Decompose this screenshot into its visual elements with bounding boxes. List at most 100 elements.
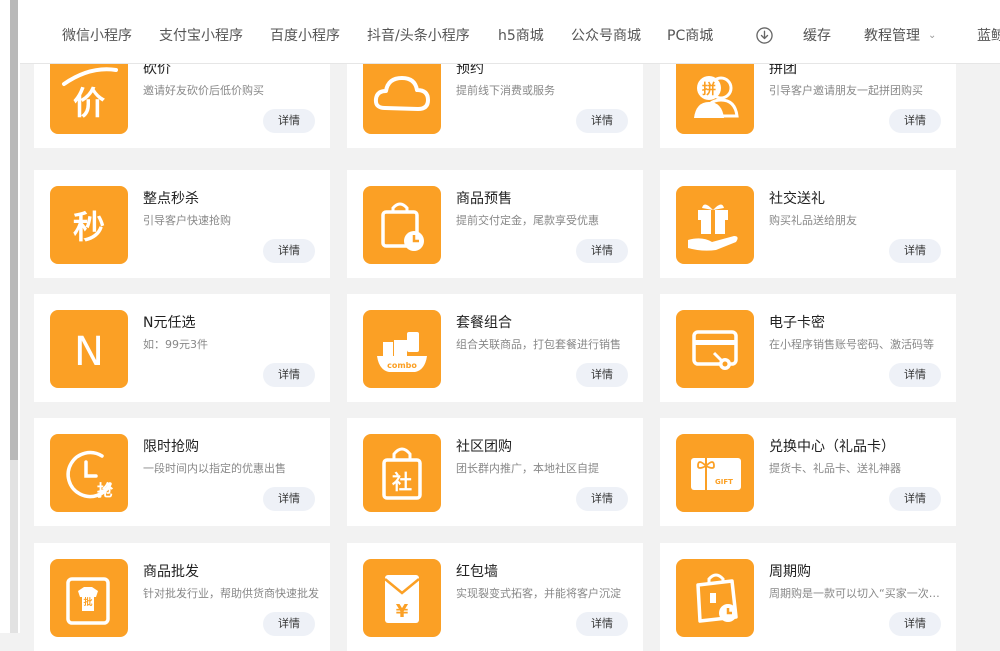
nav-item-baidu-miniprogram[interactable]: 百度小程序 xyxy=(270,0,340,64)
details-button[interactable]: 详情 xyxy=(576,109,628,133)
details-button[interactable]: 详情 xyxy=(263,363,315,387)
feature-card[interactable]: N N元任选如：99元3件详情 xyxy=(34,294,330,402)
gift-card-icon-graphic: GIFT xyxy=(691,458,741,490)
nav-item-official-account-mall[interactable]: 公众号商城 xyxy=(571,0,641,64)
tutorial-management-menu[interactable]: 教程管理 ⌄ xyxy=(864,0,936,64)
tutorial-management-label: 教程管理 xyxy=(864,28,920,44)
feature-card[interactable]: 秒 整点秒杀引导客户快速抢购详情 xyxy=(34,170,330,278)
card-description: 邀请好友砍价后低价购买 xyxy=(143,84,264,97)
card-key-icon xyxy=(676,310,754,388)
svg-text:批: 批 xyxy=(83,596,92,608)
details-button[interactable]: 详情 xyxy=(576,239,628,263)
nav-item-truncated[interactable]: 蓝鲸 xyxy=(977,0,1000,64)
feature-card[interactable]: 商品预售提前交付定金，尾款享受优惠详情 xyxy=(347,170,643,278)
feature-card[interactable]: 社 社区团购团长群内推广，本地社区自提详情 xyxy=(347,418,643,526)
feature-card[interactable]: 批 商品批发针对批发行业，帮助供货商快速批发详情 xyxy=(34,543,330,651)
card-description: 实现裂变式拓客，并能将客户沉淀 xyxy=(456,587,621,600)
card-title: 电子卡密 xyxy=(769,315,825,331)
feature-card[interactable]: 抢 限时抢购一段时间内以指定的优惠出售详情 xyxy=(34,418,330,526)
timed-sale-icon: 抢 xyxy=(50,434,128,512)
svg-text:¥: ¥ xyxy=(396,601,409,622)
card-description: 团长群内推广，本地社区自提 xyxy=(456,462,599,475)
feature-card[interactable]: 周期购周期购是一款可以切入“买家一次下单” 详情 xyxy=(660,543,956,651)
details-button[interactable]: 详情 xyxy=(889,612,941,636)
card-description: 在小程序销售账号密码、激活码等 xyxy=(769,338,934,351)
svg-text:价: 价 xyxy=(73,84,105,122)
nav-item-alipay-miniprogram[interactable]: 支付宝小程序 xyxy=(159,0,243,64)
feature-card[interactable]: GIFT 兑换中心（礼品卡） 提货卡、礼品卡、送礼神器 详情 xyxy=(660,418,956,526)
card-description: 如：99元3件 xyxy=(143,338,208,351)
download-circle-icon[interactable] xyxy=(756,27,773,44)
svg-text:社: 社 xyxy=(391,470,412,494)
card-description: 购买礼品送给朋友 xyxy=(769,214,857,227)
details-button[interactable]: 详情 xyxy=(889,109,941,133)
card-description: 提货卡、礼品卡、送礼神器 xyxy=(769,462,901,475)
svg-text:拼: 拼 xyxy=(702,81,716,98)
nav-item-pc-mall[interactable]: PC商城 xyxy=(667,0,713,64)
card-title: 周期购 xyxy=(769,564,811,580)
red-packet-icon-graphic: ¥ xyxy=(384,575,420,623)
svg-text:抢: 抢 xyxy=(97,481,114,500)
card-title: 限时抢购 xyxy=(143,439,199,455)
feature-card[interactable]: 社交送礼购买礼品送给朋友详情 xyxy=(660,170,956,278)
details-button[interactable]: 详情 xyxy=(576,612,628,636)
presale-bag-icon xyxy=(363,186,441,264)
details-button[interactable]: 详情 xyxy=(576,363,628,387)
card-description: 针对批发行业，帮助供货商快速批发 xyxy=(143,587,319,600)
card-title: 整点秒杀 xyxy=(143,191,199,207)
wholesale-icon: 批 xyxy=(50,559,128,637)
top-navigation: 微信小程序 支付宝小程序 百度小程序 抖音/头条小程序 h5商城 公众号商城 P… xyxy=(20,0,1000,64)
details-button[interactable]: 详情 xyxy=(263,109,315,133)
details-button[interactable]: 详情 xyxy=(263,612,315,636)
cycle-buy-icon xyxy=(676,559,754,637)
card-title: 套餐组合 xyxy=(456,315,512,331)
card-title: 商品批发 xyxy=(143,564,199,580)
details-button[interactable]: 详情 xyxy=(263,239,315,263)
card-title: 红包墙 xyxy=(456,564,498,580)
card-description: 提前线下消费或服务 xyxy=(456,84,555,97)
card-title: 社区团购 xyxy=(456,439,512,455)
details-button[interactable]: 详情 xyxy=(576,487,628,511)
card-description: 提前交付定金，尾款享受优惠 xyxy=(456,214,599,227)
svg-text:N: N xyxy=(74,329,104,375)
community-bag-icon-graphic: 社 xyxy=(382,447,422,500)
group-buy-icon: 拼 xyxy=(676,56,754,134)
red-packet-icon: ¥ xyxy=(363,559,441,637)
feature-card[interactable]: 电子卡密在小程序销售账号密码、激活码等详情 xyxy=(660,294,956,402)
gift-card-icon: GIFT xyxy=(676,434,754,512)
details-button[interactable]: 详情 xyxy=(889,363,941,387)
flash-sale-icon-graphic: 秒 xyxy=(73,208,105,246)
card-description: 引导客户邀请朋友一起拼团购买 xyxy=(769,84,923,97)
cloud-icon xyxy=(363,56,441,134)
cloud-icon-graphic xyxy=(373,76,430,111)
bargain-icon-graphic: 价 xyxy=(62,67,118,122)
feature-card[interactable]: combo 套餐组合组合关联商品，打包套餐进行销售详情 xyxy=(347,294,643,402)
svg-text:秒: 秒 xyxy=(73,208,105,246)
wholesale-icon-graphic: 批 xyxy=(66,577,110,625)
card-title: N元任选 xyxy=(143,315,196,331)
chevron-down-icon: ⌄ xyxy=(928,30,937,41)
card-description: 引导客户快速抢购 xyxy=(143,214,231,227)
card-title: 商品预售 xyxy=(456,191,512,207)
n-choice-icon: N xyxy=(50,310,128,388)
cycle-buy-icon-graphic xyxy=(696,573,738,623)
nav-item-h5-mall[interactable]: h5商城 xyxy=(498,0,544,64)
details-button[interactable]: 详情 xyxy=(889,239,941,263)
card-title: 社交送礼 xyxy=(769,191,825,207)
details-button[interactable]: 详情 xyxy=(889,487,941,511)
card-description: 周期购是一款可以切入“买家一次下单” xyxy=(769,587,949,600)
timed-sale-icon-graphic: 抢 xyxy=(66,450,114,500)
feature-grid: 价砍价 邀请好友砍价后低价购买 详情 预约 提前线下消费或服务 详情拼拼团 引导客户邀请朋友… xyxy=(0,0,1000,651)
details-button[interactable]: 详情 xyxy=(263,487,315,511)
svg-text:GIFT: GIFT xyxy=(715,478,733,486)
card-description: 一段时间内以指定的优惠出售 xyxy=(143,462,286,475)
community-bag-icon: 社 xyxy=(363,434,441,512)
nav-item-wechat-miniprogram[interactable]: 微信小程序 xyxy=(62,0,132,64)
nav-item-douyin-miniprogram[interactable]: 抖音/头条小程序 xyxy=(367,0,470,64)
combo-icon-graphic: combo xyxy=(377,332,427,372)
card-description: 组合关联商品，打包套餐进行销售 xyxy=(456,338,621,351)
cache-button[interactable]: 缓存 xyxy=(803,0,831,64)
gift-hand-icon xyxy=(676,186,754,264)
presale-bag-icon-graphic xyxy=(381,202,424,251)
feature-card[interactable]: ¥ 红包墙实现裂变式拓客，并能将客户沉淀详情 xyxy=(347,543,643,651)
